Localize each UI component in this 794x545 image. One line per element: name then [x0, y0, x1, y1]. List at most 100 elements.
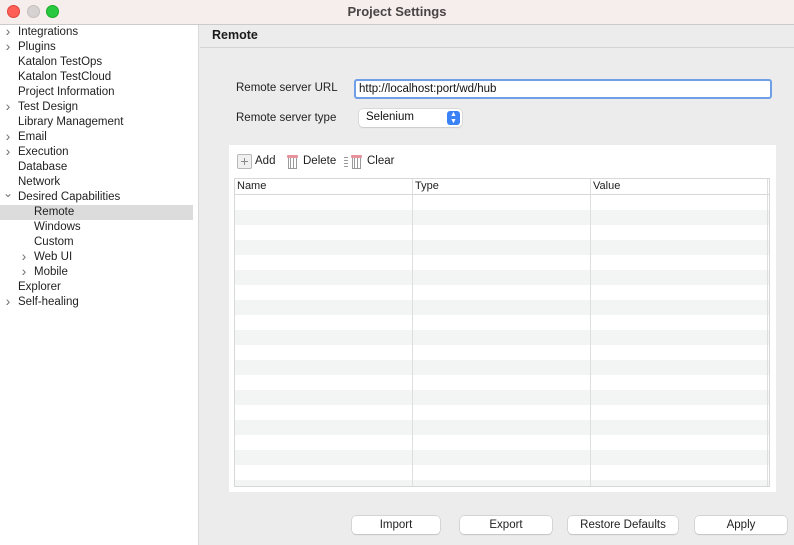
column-divider[interactable]: [590, 179, 591, 486]
table-row[interactable]: [235, 270, 769, 285]
title-bar: Project Settings: [0, 0, 794, 25]
table-row[interactable]: [235, 375, 769, 390]
tree-item-label: Windows: [34, 221, 81, 233]
chevron-right-icon[interactable]: ›: [3, 144, 13, 159]
tree-item-label: Mobile: [34, 266, 68, 278]
trash-icon: [285, 154, 300, 169]
table-row[interactable]: [235, 360, 769, 375]
import-button[interactable]: Import: [352, 516, 440, 534]
column-header-type[interactable]: Type: [415, 180, 439, 192]
chevron-right-icon[interactable]: ›: [19, 249, 29, 264]
table-row[interactable]: [235, 225, 769, 240]
tree-item-network[interactable]: Network: [0, 175, 193, 190]
remote-url-label: Remote server URL: [236, 82, 338, 94]
tree-item-label: Web UI: [34, 251, 73, 263]
tree-item-remote[interactable]: Remote: [0, 205, 193, 220]
table-row[interactable]: [235, 315, 769, 330]
remote-type-label: Remote server type: [236, 112, 337, 124]
table-row[interactable]: [235, 330, 769, 345]
restore-defaults-button[interactable]: Restore Defaults: [568, 516, 678, 534]
main-panel: Remote Remote server URL Remote server t…: [200, 25, 794, 545]
export-button[interactable]: Export: [460, 516, 552, 534]
table-row[interactable]: [235, 435, 769, 450]
chevron-down-icon[interactable]: ⌄: [3, 186, 13, 201]
tree-item-mobile[interactable]: › Mobile: [0, 264, 193, 280]
chevron-right-icon[interactable]: ›: [19, 264, 29, 279]
table-body: [235, 195, 769, 486]
tree-item-label: Plugins: [18, 41, 56, 53]
table-row[interactable]: [235, 390, 769, 405]
remote-type-value: Selenium: [366, 111, 414, 123]
tree-item-label: Test Design: [18, 101, 79, 113]
tree-item-label: Network: [18, 176, 61, 188]
tree-item-self-healing[interactable]: › Self-healing: [0, 294, 193, 310]
tree-item-label: Self-healing: [18, 296, 79, 308]
tree-item-windows[interactable]: Windows: [0, 220, 193, 235]
add-button[interactable]: Add: [237, 153, 275, 169]
tree-item-label: Explorer: [18, 281, 61, 293]
capabilities-table[interactable]: Name Type Value: [234, 178, 770, 487]
table-row[interactable]: [235, 285, 769, 300]
chevron-right-icon[interactable]: ›: [3, 39, 13, 54]
up-down-chevron-icon: ▲ ▼: [447, 111, 460, 125]
tree-item-explorer[interactable]: Explorer: [0, 280, 193, 295]
chevron-right-icon[interactable]: ›: [3, 129, 13, 144]
column-header-name[interactable]: Name: [237, 180, 266, 192]
table-row[interactable]: [235, 480, 769, 486]
add-icon: [237, 153, 252, 169]
table-row[interactable]: [235, 420, 769, 435]
tree-item-label: Desired Capabilities: [18, 191, 121, 203]
tree-item-katalon-testops[interactable]: Katalon TestOps: [0, 55, 193, 70]
remote-type-select[interactable]: Selenium ▲ ▼: [359, 109, 462, 127]
window-title: Project Settings: [347, 4, 447, 19]
tree-item-label: Database: [18, 161, 68, 173]
table-row[interactable]: [235, 240, 769, 255]
tree-item-label: Execution: [18, 146, 69, 158]
tree-item-label: Katalon TestCloud: [18, 71, 112, 83]
clear-button[interactable]: Clear: [344, 153, 394, 169]
table-row[interactable]: [235, 210, 769, 225]
table-row[interactable]: [235, 255, 769, 270]
table-row[interactable]: [235, 300, 769, 315]
tree-item-project-information[interactable]: Project Information: [0, 85, 193, 100]
table-right-edge: [767, 179, 768, 486]
tree-item-web-ui[interactable]: › Web UI: [0, 249, 193, 265]
tree-item-label: Project Information: [18, 86, 115, 98]
chevron-right-icon[interactable]: ›: [3, 294, 13, 309]
clear-all-icon: [344, 154, 364, 169]
table-row[interactable]: [235, 450, 769, 465]
table-row[interactable]: [235, 405, 769, 420]
chevron-right-icon[interactable]: ›: [3, 99, 13, 114]
column-divider[interactable]: [412, 179, 413, 486]
column-header-value[interactable]: Value: [593, 180, 620, 192]
add-label: Add: [255, 155, 276, 167]
table-header: Name Type Value: [235, 179, 769, 195]
tree-item-label: Integrations: [18, 26, 79, 38]
tree-item-label: Custom: [34, 236, 74, 248]
page-title: Remote: [212, 28, 258, 42]
table-row[interactable]: [235, 195, 769, 210]
tree-item-label: Remote: [34, 206, 75, 218]
tree-item-execution[interactable]: › Execution: [0, 144, 193, 160]
chevron-right-icon[interactable]: ›: [3, 24, 13, 39]
tree-item-database[interactable]: Database: [0, 160, 193, 175]
tree-item-custom[interactable]: Custom: [0, 235, 193, 250]
tree-item-label: Email: [18, 131, 47, 143]
tree-item-test-design[interactable]: › Test Design: [0, 99, 193, 115]
delete-label: Delete: [303, 155, 337, 167]
page-header: Remote: [200, 25, 794, 48]
apply-button[interactable]: Apply: [695, 516, 787, 534]
tree-item-desired-capabilities[interactable]: ⌄ Desired Capabilities: [0, 186, 193, 205]
tree-item-label: Katalon TestOps: [18, 56, 103, 68]
tree-item-integrations[interactable]: › Integrations: [0, 24, 193, 40]
table-row[interactable]: [235, 345, 769, 360]
table-row[interactable]: [235, 465, 769, 480]
settings-tree: › Integrations › Plugins Katalon TestOps Kata…: [0, 24, 199, 545]
tree-item-library-management[interactable]: Library Management: [0, 115, 193, 130]
tree-item-plugins[interactable]: › Plugins: [0, 39, 193, 55]
remote-url-input[interactable]: [354, 79, 772, 99]
delete-button[interactable]: Delete: [285, 153, 336, 169]
tree-item-label: Library Management: [18, 116, 124, 128]
tree-item-katalon-testcloud[interactable]: Katalon TestCloud: [0, 70, 193, 85]
tree-item-email[interactable]: › Email: [0, 129, 193, 145]
